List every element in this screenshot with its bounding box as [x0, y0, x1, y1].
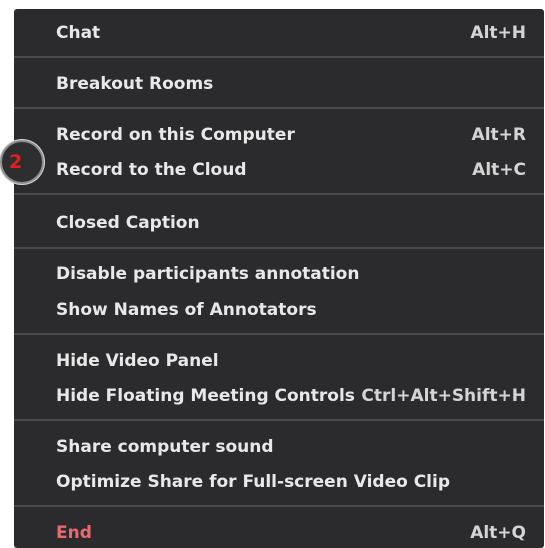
menu-separator	[14, 333, 544, 335]
menu-item-end[interactable]: End Alt+Q	[56, 518, 526, 548]
menu-item-shortcut: Alt+C	[472, 160, 526, 180]
menu-item-label: Disable participants annotation	[56, 264, 360, 284]
menu-item-label: Chat	[56, 23, 101, 43]
menu-item-optimize-share-video[interactable]: Optimize Share for Full-screen Video Cli…	[56, 467, 526, 497]
menu-item-breakout-rooms[interactable]: Breakout Rooms	[56, 69, 526, 99]
menu-item-label: Share computer sound	[56, 437, 274, 457]
menu-separator	[14, 247, 544, 249]
menu-item-share-computer-sound[interactable]: Share computer sound	[56, 432, 526, 462]
menu-separator	[14, 505, 544, 507]
menu-item-label: Record on this Computer	[56, 125, 295, 145]
menu-item-shortcut: Ctrl+Alt+Shift+H	[361, 386, 526, 406]
menu-separator	[14, 419, 544, 421]
menu-item-shortcut: Alt+R	[471, 125, 526, 145]
menu-item-chat[interactable]: Chat Alt+H	[56, 18, 526, 48]
menu-item-shortcut: Alt+Q	[470, 523, 526, 543]
menu-item-label: Optimize Share for Full-screen Video Cli…	[56, 472, 451, 492]
step-number: 2	[9, 151, 23, 173]
menu-item-hide-floating-controls[interactable]: Hide Floating Meeting Controls Ctrl+Alt+…	[56, 381, 526, 411]
menu-item-label: Hide Floating Meeting Controls	[56, 386, 355, 406]
menu-separator	[14, 193, 544, 195]
menu-item-closed-caption[interactable]: Closed Caption	[56, 208, 526, 238]
menu-item-label: Closed Caption	[56, 213, 200, 233]
menu-item-shortcut: Alt+H	[470, 23, 526, 43]
step-number-badge: 2	[0, 140, 44, 184]
menu-item-label: Show Names of Annotators	[56, 300, 317, 320]
menu-separator	[14, 107, 544, 109]
menu-item-label: Record to the Cloud	[56, 160, 247, 180]
menu-item-record-to-cloud[interactable]: Record to the Cloud Alt+C	[56, 155, 526, 185]
menu-item-hide-video-panel[interactable]: Hide Video Panel	[56, 346, 526, 376]
menu-item-label: Breakout Rooms	[56, 74, 214, 94]
menu-item-show-annotator-names[interactable]: Show Names of Annotators	[56, 295, 526, 325]
menu-item-label: End	[56, 523, 92, 543]
menu-item-disable-annotation[interactable]: Disable participants annotation	[56, 259, 526, 289]
menu-separator	[14, 56, 544, 58]
menu-item-record-on-computer[interactable]: Record on this Computer Alt+R	[56, 120, 526, 150]
more-options-menu: Chat Alt+H Breakout Rooms Record on this…	[14, 9, 544, 548]
menu-item-label: Hide Video Panel	[56, 351, 219, 371]
